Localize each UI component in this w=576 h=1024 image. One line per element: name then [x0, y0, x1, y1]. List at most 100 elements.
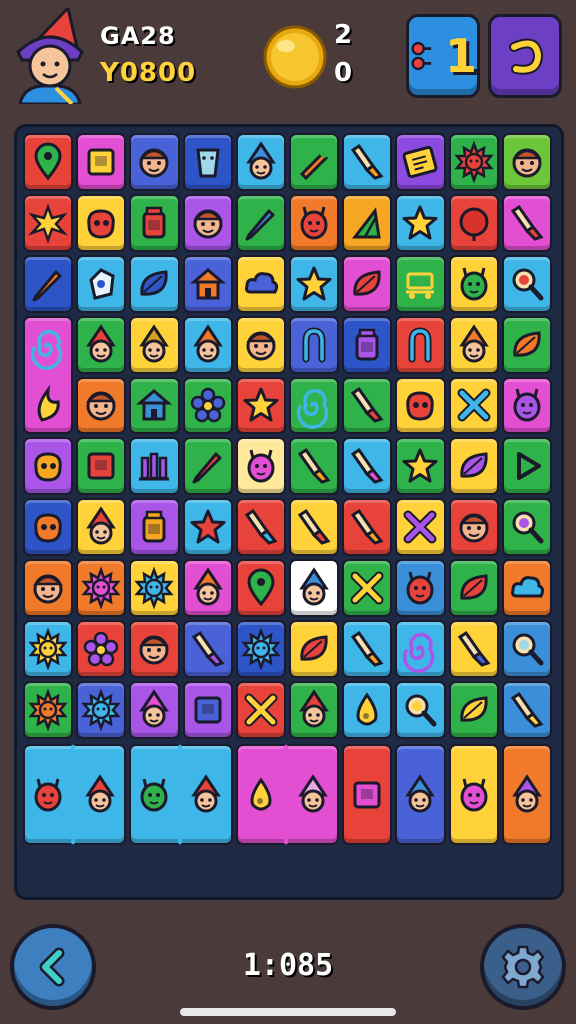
- tile-leaf-r9c8[interactable]: [448, 680, 499, 739]
- tile-critter-r10c8[interactable]: [448, 743, 499, 846]
- settings-button[interactable]: [480, 924, 566, 1010]
- tile-jar-r3c6[interactable]: [342, 315, 393, 374]
- tile-gnome-r10c5[interactable]: [286, 743, 340, 846]
- tile-critter-r10c0[interactable]: [23, 743, 74, 846]
- tile-flag-r1c6[interactable]: [342, 193, 393, 252]
- tile-critter-r2c8[interactable]: [448, 254, 499, 313]
- tile-drop-r9c6[interactable]: [342, 680, 393, 739]
- tile-magnifier-r2c9[interactable]: [501, 254, 552, 313]
- tile-gnome-r3c8[interactable]: [448, 315, 499, 374]
- tile-bars-r5c2[interactable]: [129, 437, 180, 496]
- tile-gnome-r3c1[interactable]: [76, 315, 127, 374]
- tile-sun-r0c8[interactable]: [448, 133, 499, 191]
- tile-jar-r1c2[interactable]: [129, 193, 180, 252]
- tile-carrot-r0c5[interactable]: [289, 133, 340, 191]
- tile-gnome-r7c5[interactable]: [289, 559, 340, 618]
- tile-gnome-r7c3[interactable]: [182, 559, 233, 618]
- wizard-avatar-icon[interactable]: [12, 4, 88, 106]
- tile-magnifier-r8c9[interactable]: [501, 620, 552, 678]
- tile-sun-r8c4[interactable]: [235, 620, 286, 678]
- tile-brush-r9c9[interactable]: [501, 680, 552, 739]
- tile-brush-r8c8[interactable]: [448, 620, 499, 678]
- tile-gnome-r0c4[interactable]: [235, 133, 286, 191]
- tile-sun-r8c0[interactable]: [23, 620, 74, 678]
- tile-brush-r5c5[interactable]: [289, 437, 340, 496]
- tile-cross-r6c7[interactable]: [395, 498, 446, 557]
- tile-face-r4c1[interactable]: [76, 376, 127, 435]
- tile-critter-r5c4[interactable]: [235, 437, 286, 496]
- tile-cup-r0c3[interactable]: [182, 133, 233, 191]
- tile-pencil-r2c0[interactable]: [23, 254, 74, 313]
- tile-blob-r4c7[interactable]: [395, 376, 446, 435]
- tile-gnome-r10c1[interactable]: [73, 743, 127, 846]
- tile-blob-r5c0[interactable]: [23, 437, 74, 496]
- tile-cloud-r7c9[interactable]: [501, 559, 552, 618]
- tile-round-r1c8[interactable]: [448, 193, 499, 252]
- tile-critter-r1c5[interactable]: [289, 193, 340, 252]
- tile-tongs-r3c7[interactable]: [395, 315, 446, 374]
- tile-map-pin-r0c0[interactable]: [23, 133, 74, 191]
- tile-face-r7c0[interactable]: [23, 559, 74, 618]
- tile-gnome-r10c3[interactable]: [179, 743, 233, 846]
- tile-swirl-r4c5[interactable]: [289, 376, 340, 435]
- tile-brush-r8c3[interactable]: [182, 620, 233, 678]
- tile-leaf-r2c6[interactable]: [342, 254, 393, 313]
- tile-gnome-r10c9[interactable]: [501, 743, 552, 846]
- tile-brush-r6c4[interactable]: [235, 498, 286, 557]
- tile-cross-r4c8[interactable]: [448, 376, 499, 435]
- tile-gnome-r3c2[interactable]: [129, 315, 180, 374]
- tile-critter-r7c7[interactable]: [395, 559, 446, 618]
- tile-gnome-r6c1[interactable]: [76, 498, 127, 557]
- tile-pencil-r1c4[interactable]: [235, 193, 286, 252]
- tile-brush-r1c9[interactable]: [501, 193, 552, 252]
- tile-star-r4c4[interactable]: [235, 376, 286, 435]
- tile-house-r4c2[interactable]: [129, 376, 180, 435]
- tile-gnome-r10c7[interactable]: [395, 743, 446, 846]
- tile-face-r8c2[interactable]: [129, 620, 180, 678]
- tile-cart-r2c7[interactable]: [395, 254, 446, 313]
- tile-swirl-r8c7[interactable]: [395, 620, 446, 678]
- tile-gnome-r9c5[interactable]: [289, 680, 340, 739]
- tile-face-r0c2[interactable]: [129, 133, 180, 191]
- tile-leaf-r5c8[interactable]: [448, 437, 499, 496]
- tile-sun-r7c1[interactable]: [76, 559, 127, 618]
- tile-flower-r8c1[interactable]: [76, 620, 127, 678]
- tile-face-r1c3[interactable]: [182, 193, 233, 252]
- tile-star-burst-r1c0[interactable]: [23, 193, 74, 252]
- tile-drop-r10c4[interactable]: [235, 743, 286, 846]
- undo-button[interactable]: [488, 14, 562, 98]
- tile-cross-r7c6[interactable]: [342, 559, 393, 618]
- tile-gnome-r3c3[interactable]: [182, 315, 233, 374]
- tile-critter-r4c9[interactable]: [501, 376, 552, 435]
- tile-face-r3c4[interactable]: [235, 315, 286, 374]
- tile-gnome-r9c2[interactable]: [129, 680, 180, 739]
- tile-brush-r6c5[interactable]: [289, 498, 340, 557]
- tile-face-r6c8[interactable]: [448, 498, 499, 557]
- tile-gem-r2c1[interactable]: [76, 254, 127, 313]
- tile-box-r10c6[interactable]: [342, 743, 393, 846]
- tile-brush-r6c6[interactable]: [342, 498, 393, 557]
- tile-house-r2c3[interactable]: [182, 254, 233, 313]
- tile-leaf-r7c8[interactable]: [448, 559, 499, 618]
- tile-brush-r5c6[interactable]: [342, 437, 393, 496]
- tile-ticket-r0c7[interactable]: [395, 133, 446, 191]
- tile-leaf-r8c5[interactable]: [289, 620, 340, 678]
- tile-box-r0c1[interactable]: [76, 133, 127, 191]
- tile-face-r0c9[interactable]: [501, 133, 552, 191]
- tile-star-r6c3[interactable]: [182, 498, 233, 557]
- tile-cross-r9c4[interactable]: [235, 680, 286, 739]
- tile-star-r2c5[interactable]: [289, 254, 340, 313]
- tile-sun-r7c2[interactable]: [129, 559, 180, 618]
- tile-star-r5c7[interactable]: [395, 437, 446, 496]
- tile-jar-r6c2[interactable]: [129, 498, 180, 557]
- tile-flower-r4c3[interactable]: [182, 376, 233, 435]
- tile-play-r5c9[interactable]: [501, 437, 552, 496]
- tile-star-r1c7[interactable]: [395, 193, 446, 252]
- tile-swirl-r3c0[interactable]: [23, 315, 74, 435]
- tile-leaf-r3c9[interactable]: [501, 315, 552, 374]
- tile-brush-r4c6[interactable]: [342, 376, 393, 435]
- tile-box-r9c3[interactable]: [182, 680, 233, 739]
- tile-box-r5c1[interactable]: [76, 437, 127, 496]
- tile-map-pin-r7c4[interactable]: [235, 559, 286, 618]
- tile-sun-r9c0[interactable]: [23, 680, 74, 739]
